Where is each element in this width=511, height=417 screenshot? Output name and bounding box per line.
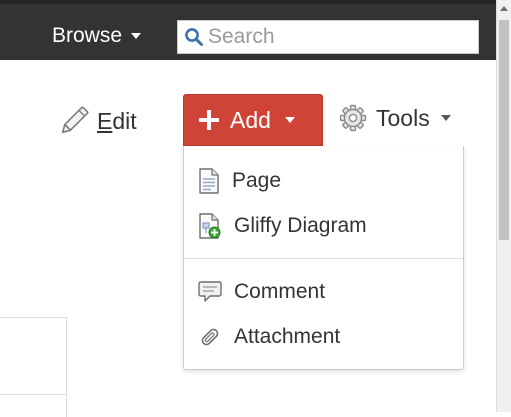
- page-icon: [199, 168, 219, 194]
- scroll-up-arrow-icon[interactable]: [500, 6, 508, 11]
- menu-item-label: Gliffy Diagram: [234, 214, 367, 237]
- browse-menu-button[interactable]: Browse: [52, 20, 142, 52]
- edit-button[interactable]: Edit: [57, 104, 137, 138]
- menu-item-label: Attachment: [234, 325, 341, 348]
- scrollbar-thumb[interactable]: [499, 20, 509, 240]
- browse-label: Browse: [52, 24, 123, 47]
- content-divider: [0, 394, 67, 395]
- chevron-down-icon: [131, 33, 142, 39]
- chevron-down-icon: [440, 115, 451, 121]
- top-navigation-bar: Browse: [0, 0, 497, 60]
- comment-icon: [198, 281, 222, 302]
- chevron-down-icon: [284, 117, 295, 123]
- tools-label: Tools: [376, 104, 430, 131]
- plus-icon: [199, 110, 219, 130]
- add-label: Add: [230, 106, 271, 133]
- menu-divider: [184, 258, 463, 259]
- menu-item-label: Comment: [234, 280, 326, 303]
- pencil-icon: [61, 106, 89, 134]
- edit-label: Edit: [97, 107, 137, 134]
- menu-item-page[interactable]: Page: [184, 161, 463, 201]
- add-dropdown-menu: Page Gliffy Diagram Comment Attachment: [183, 146, 464, 370]
- attachment-icon: [201, 328, 219, 346]
- gliffy-diagram-icon: [199, 213, 221, 239]
- menu-item-label: Page: [232, 169, 282, 192]
- menu-item-comment[interactable]: Comment: [184, 272, 463, 312]
- vertical-scrollbar[interactable]: [496, 0, 511, 412]
- search-input[interactable]: [208, 25, 468, 49]
- search-box[interactable]: [177, 20, 479, 54]
- top-bar-edge: [0, 0, 497, 4]
- menu-item-gliffy-diagram[interactable]: Gliffy Diagram: [184, 206, 463, 246]
- menu-item-attachment[interactable]: Attachment: [184, 317, 463, 357]
- add-button[interactable]: Add: [183, 94, 323, 146]
- content-panel: [0, 317, 67, 417]
- tools-button[interactable]: Tools: [339, 104, 451, 132]
- search-icon: [185, 28, 203, 46]
- gear-icon: [339, 104, 367, 132]
